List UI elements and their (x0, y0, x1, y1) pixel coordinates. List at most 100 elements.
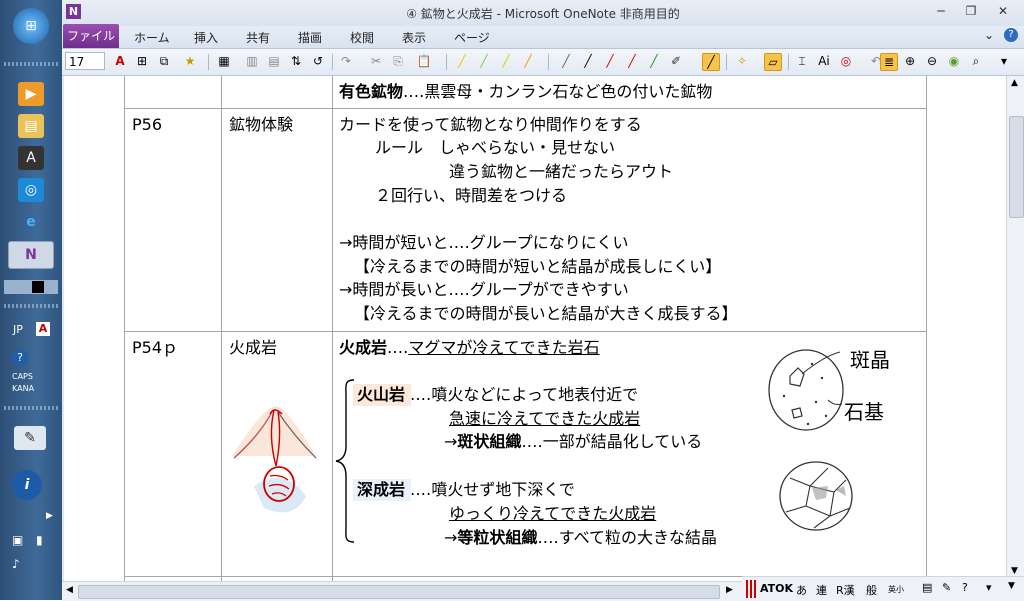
ime-scroll-down-icon[interactable]: ▼ (1008, 581, 1015, 591)
row1-page: P56 (132, 115, 163, 134)
info-icon[interactable]: i (12, 470, 42, 500)
porphyritic-desc: ‥‥一部が結晶化している (521, 432, 703, 451)
kana-indicator: KANA (12, 384, 35, 393)
tray-clipboard-icon[interactable]: ▣ (12, 533, 23, 547)
page-view-icon[interactable]: ≣ (880, 53, 898, 71)
pen-red2-icon[interactable]: ╱ (624, 53, 640, 69)
pen-gray-icon[interactable]: ╱ (558, 53, 574, 69)
copy-icon[interactable]: ⎘ (390, 53, 406, 69)
zoom-100-icon[interactable]: ◉ (946, 53, 962, 69)
tab-file[interactable]: ファイル (63, 24, 119, 48)
tab-draw[interactable]: 描画 (298, 29, 322, 46)
move-row-icon[interactable]: ⇅ (288, 53, 304, 69)
insert-space-icon[interactable]: ⊞ (134, 53, 150, 69)
highlighter-yellow-icon[interactable]: ╱ (454, 53, 470, 69)
table-icon[interactable]: ▦ (216, 53, 232, 69)
close-icon[interactable]: ✕ (990, 2, 1016, 20)
pen-green-icon[interactable]: ╱ (646, 53, 662, 69)
type-select-icon[interactable]: ⌶ (794, 53, 810, 69)
ime-help-icon[interactable]: ? (962, 581, 968, 594)
redo-icon[interactable]: ↷ (338, 53, 354, 69)
search-icon[interactable]: ⌕ (968, 53, 984, 69)
lang-indicator[interactable]: JP (13, 323, 23, 336)
tab-review[interactable]: 校閲 (350, 29, 374, 46)
tab-page[interactable]: ページ (454, 29, 490, 46)
table-col-icon[interactable]: ▤ (266, 53, 282, 69)
ime-hiragana[interactable]: あ (796, 582, 807, 598)
expand-arrow-icon[interactable]: ▶ (46, 511, 53, 521)
scroll-right-icon[interactable]: ▶ (726, 585, 733, 595)
hscroll-thumb[interactable] (78, 585, 720, 599)
ime-toolbar: ATOK あ 連 R漢 般 英小 ▤ ✎ ? ▾ ▼ (742, 576, 1024, 601)
row1-line: ルール しゃべらない・見せない (375, 138, 616, 157)
tab-insert[interactable]: 挿入 (194, 29, 218, 46)
tab-view[interactable]: 表示 (402, 29, 426, 46)
network-icon[interactable]: ◎ (18, 178, 44, 202)
font-color-icon[interactable]: A (112, 53, 128, 69)
ime-icon[interactable]: A (36, 322, 50, 336)
caps-indicator: CAPS (12, 372, 33, 381)
taskbar-pager[interactable] (4, 280, 58, 294)
arrow: → (444, 528, 458, 547)
ink-lasso-icon[interactable]: ◎ (838, 53, 854, 69)
cut-icon[interactable]: ✂ (368, 53, 384, 69)
tag-icon[interactable]: ★ (182, 53, 198, 69)
note-page[interactable]: 有色鉱物‥‥黒雲母・カンラン石など色の付いた鉱物 P56 鉱物体験 カードを使っ… (64, 76, 1006, 581)
scroll-up-icon[interactable]: ▲ (1011, 78, 1018, 88)
zoom-out-icon[interactable]: ⊖ (924, 53, 940, 69)
colored-mineral-desc: ‥‥黒雲母・カンラン石など色の付いた鉱物 (403, 82, 713, 101)
pen-black-icon[interactable]: ╱ (580, 53, 596, 69)
ime-conversion[interactable]: 連 (816, 582, 827, 598)
ime-dropdown-icon[interactable]: ▾ (986, 581, 992, 594)
ribbon-help-icon[interactable]: ? (1004, 28, 1018, 42)
font-size-box[interactable]: 17 (65, 52, 105, 70)
paste-icon[interactable]: 📋 (416, 53, 432, 69)
ink-to-text-icon[interactable]: Ai (816, 53, 832, 69)
ribbon-expand-icon[interactable]: ⌄ (984, 28, 994, 42)
row1-line: ２回行い、時間差をつける (375, 186, 568, 205)
restore-icon[interactable]: ❐ (958, 2, 984, 20)
atok-icon[interactable]: A (18, 146, 44, 170)
volcano-sketch (232, 406, 317, 513)
igneous-sep: ‥‥ (387, 338, 409, 357)
ime-eisu[interactable]: 英小 (888, 584, 904, 595)
media-player-icon[interactable]: ▶ (18, 82, 44, 106)
highlighter-green-icon[interactable]: ╱ (476, 53, 492, 69)
tray-volume-icon[interactable]: ♪ (12, 557, 20, 571)
pen-multi-icon[interactable]: ✐ (668, 53, 684, 69)
explorer-icon[interactable]: ▤ (18, 114, 44, 138)
start-orb-icon[interactable]: ⊞ (13, 8, 49, 44)
copy-format-icon[interactable]: ⧉ (156, 53, 172, 69)
ime-atok[interactable]: ATOK (760, 582, 793, 595)
undo-table-icon[interactable]: ↺ (310, 53, 326, 69)
tab-home[interactable]: ホーム (134, 29, 170, 46)
scroll-left-icon[interactable]: ◀ (66, 585, 73, 595)
vertical-scrollbar[interactable]: ▲ ▼ (1006, 76, 1024, 581)
pen-red-icon[interactable]: ╱ (602, 53, 618, 69)
zoom-in-icon[interactable]: ⊕ (902, 53, 918, 69)
ime-dictionary[interactable]: 般 (866, 582, 877, 598)
highlighter-orange-icon[interactable]: ╱ (520, 53, 536, 69)
ime-menu-icon[interactable]: ▤ (922, 581, 932, 594)
help-icon[interactable]: ? (12, 350, 28, 366)
ime-roman[interactable]: R漢 (836, 582, 855, 598)
horizontal-scrollbar[interactable]: ◀ ▶ (62, 581, 742, 601)
table-row-icon[interactable]: ▥ (244, 53, 260, 69)
row1-line: →時間が短いと‥‥グループになりにくい (339, 233, 629, 252)
taskbar-grip (4, 62, 58, 66)
tab-share[interactable]: 共有 (246, 29, 270, 46)
minimize-icon[interactable]: ─ (928, 2, 954, 20)
groundmass-label: 石基 (844, 400, 884, 424)
ie-icon[interactable]: e (18, 210, 44, 234)
pen-input-icon[interactable]: ✎ (14, 426, 46, 450)
eraser-icon[interactable]: ▱ (764, 53, 782, 71)
scroll-down-icon[interactable]: ▼ (1011, 566, 1018, 576)
taskbar-grip-2 (4, 304, 58, 308)
pen-active-icon[interactable]: ╱ (702, 53, 720, 71)
scroll-thumb[interactable] (1009, 116, 1024, 218)
lasso-icon[interactable]: ✧ (734, 53, 750, 69)
toolbar-more-icon[interactable]: ▾ (996, 53, 1012, 69)
onenote-task-icon[interactable]: N (8, 241, 54, 269)
ime-tool-icon[interactable]: ✎ (942, 581, 951, 594)
highlighter-lime-icon[interactable]: ╱ (498, 53, 514, 69)
